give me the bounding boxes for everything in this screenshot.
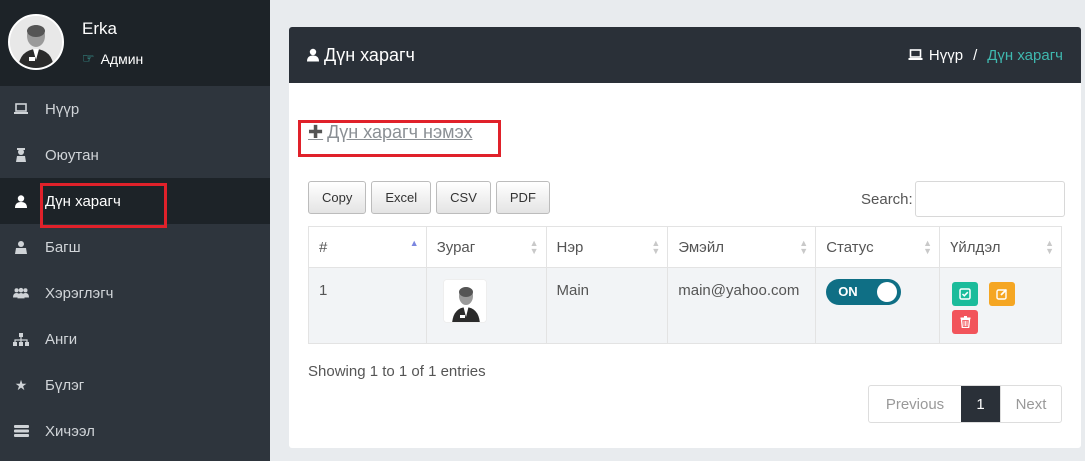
breadcrumb-home[interactable]: Нүүр (929, 47, 963, 64)
breadcrumb-separator: / (973, 46, 978, 64)
sidebar-nav: Нүүр Оюутан Дүн харагч Багш Хэрэглэгч Ан… (0, 86, 270, 454)
teacher-icon (13, 240, 29, 254)
column-header-name[interactable]: Нэр ▲ ▼ (545, 226, 669, 268)
breadcrumb-current: Дүн харагч (987, 46, 1063, 64)
graduate-icon (13, 148, 29, 162)
toggle-knob (877, 282, 898, 302)
cell-index: 1 (308, 267, 427, 344)
breadcrumb: Нүүр / Дүн харагч (908, 47, 1063, 64)
edit-button[interactable] (989, 282, 1016, 306)
previous-page-button[interactable]: Previous (869, 386, 961, 422)
search-label: Search: (861, 190, 913, 208)
sidebar-item-students[interactable]: Оюутан (0, 132, 270, 178)
page-title: Дүн харагч (307, 45, 415, 66)
sidebar-item-label: Оюутан (45, 146, 99, 164)
cell-image (425, 267, 547, 344)
pagination: Previous 1 Next (868, 385, 1062, 423)
list-icon (13, 425, 29, 437)
sort-icon: ▲ ▼ (651, 238, 661, 256)
user-profile: Erka ☞ Админ (0, 0, 270, 86)
sidebar-item-home[interactable]: Нүүр (0, 86, 270, 132)
approve-button[interactable] (952, 282, 979, 306)
column-header-image[interactable]: Зураг ▲ ▼ (425, 226, 547, 268)
sidebar-item-label: Хичээл (45, 422, 95, 440)
column-header-index[interactable]: # ▲ (308, 226, 427, 268)
export-buttons: Copy Excel CSV PDF (308, 181, 550, 214)
status-toggle-label: ON (838, 284, 858, 299)
column-header-status[interactable]: Статус ▲ ▼ (815, 226, 941, 268)
sidebar-item-label: Нүүр (45, 100, 80, 118)
sort-icon: ▲ ▼ (1045, 238, 1054, 256)
column-header-label: # (319, 238, 328, 256)
pdf-button[interactable]: PDF (495, 181, 550, 214)
delete-button[interactable] (952, 310, 979, 334)
search: Search: (861, 181, 1065, 217)
cell-name: Main (545, 267, 669, 344)
sidebar-item-lessons[interactable]: Хичээл (0, 408, 270, 454)
sidebar-item-label: Бүлэг (45, 376, 85, 394)
trash-icon (960, 316, 971, 328)
panel-header: Дүн харагч Нүүр / Дүн харагч (289, 27, 1081, 83)
user-icon (307, 48, 319, 62)
laptop-icon (13, 103, 29, 115)
table-header-row: # ▲ Зураг ▲ ▼ Нэр ▲ ▼ Эмэйл ▲ ▼ Статус ▲ ▼ (308, 226, 1062, 268)
user-name: Erka (82, 19, 117, 38)
column-header-email[interactable]: Эмэйл ▲ ▼ (667, 226, 817, 268)
avatar[interactable] (8, 14, 64, 70)
star-icon: ★ (14, 376, 28, 393)
user-icon (13, 194, 29, 208)
sidebar-item-classes[interactable]: Анги (0, 316, 270, 362)
sidebar-item-label: Анги (45, 330, 78, 348)
column-header-label: Үйлдэл (950, 238, 1001, 256)
column-header-actions[interactable]: Үйлдэл ▲ ▼ (939, 226, 1062, 268)
excel-button[interactable]: Excel (371, 181, 432, 214)
edit-icon (996, 288, 1008, 300)
cell-status: ON (815, 267, 941, 344)
data-table: # ▲ Зураг ▲ ▼ Нэр ▲ ▼ Эмэйл ▲ ▼ Статус ▲ ▼ (308, 226, 1062, 344)
users-icon (13, 287, 29, 299)
user-role-label: Админ (100, 50, 144, 67)
column-header-label: Статус (826, 238, 874, 256)
sidebar-item-groups[interactable]: ★ Бүлэг (0, 362, 270, 408)
cell-actions (939, 267, 1062, 344)
next-page-button[interactable]: Next (1000, 386, 1061, 422)
copy-button[interactable]: Copy (308, 181, 367, 214)
csv-button[interactable]: CSV (436, 181, 491, 214)
cell-email: main@yahoo.com (667, 267, 817, 344)
table-info: Showing 1 to 1 of 1 entries (308, 363, 486, 380)
main-panel: Дүн харагч Нүүр / Дүн харагч ✚ Дүн хараг… (289, 27, 1081, 448)
table-row: 1 Main main@yahoo.com ON (308, 267, 1062, 344)
check-square-icon (959, 288, 971, 300)
sidebar-item-teachers[interactable]: Багш (0, 224, 270, 270)
column-header-label: Зураг (436, 238, 476, 256)
sitemap-icon (13, 332, 29, 346)
user-role: ☞ Админ (82, 50, 143, 67)
sort-icon: ▲ (409, 238, 419, 248)
user-thumbnail (442, 279, 487, 323)
page-1-button[interactable]: 1 (961, 386, 1000, 422)
sidebar-item-users[interactable]: Хэрэглэгч (0, 270, 270, 316)
column-header-label: Эмэйл (678, 238, 724, 256)
hand-pointer-icon: ☞ (82, 50, 95, 66)
user-avatar-icon (10, 16, 62, 68)
highlight-box (298, 120, 501, 157)
sidebar-item-label: Хэрэглэгч (45, 284, 114, 302)
row-actions (950, 282, 1030, 342)
column-header-label: Нэр (556, 238, 584, 256)
sort-icon: ▲ ▼ (529, 238, 539, 256)
page-title-text: Дүн харагч (324, 44, 415, 65)
sidebar-item-label: Багш (45, 238, 81, 256)
laptop-icon (908, 49, 923, 60)
sort-icon: ▲ ▼ (799, 238, 809, 256)
user-avatar-icon (443, 280, 486, 322)
sort-icon: ▲ ▼ (923, 238, 933, 256)
search-input[interactable] (914, 181, 1065, 217)
status-toggle[interactable]: ON (826, 279, 902, 305)
sidebar: Erka ☞ Админ Нүүр Оюутан Дүн харагч Багш… (0, 0, 270, 461)
highlight-box (40, 183, 167, 228)
